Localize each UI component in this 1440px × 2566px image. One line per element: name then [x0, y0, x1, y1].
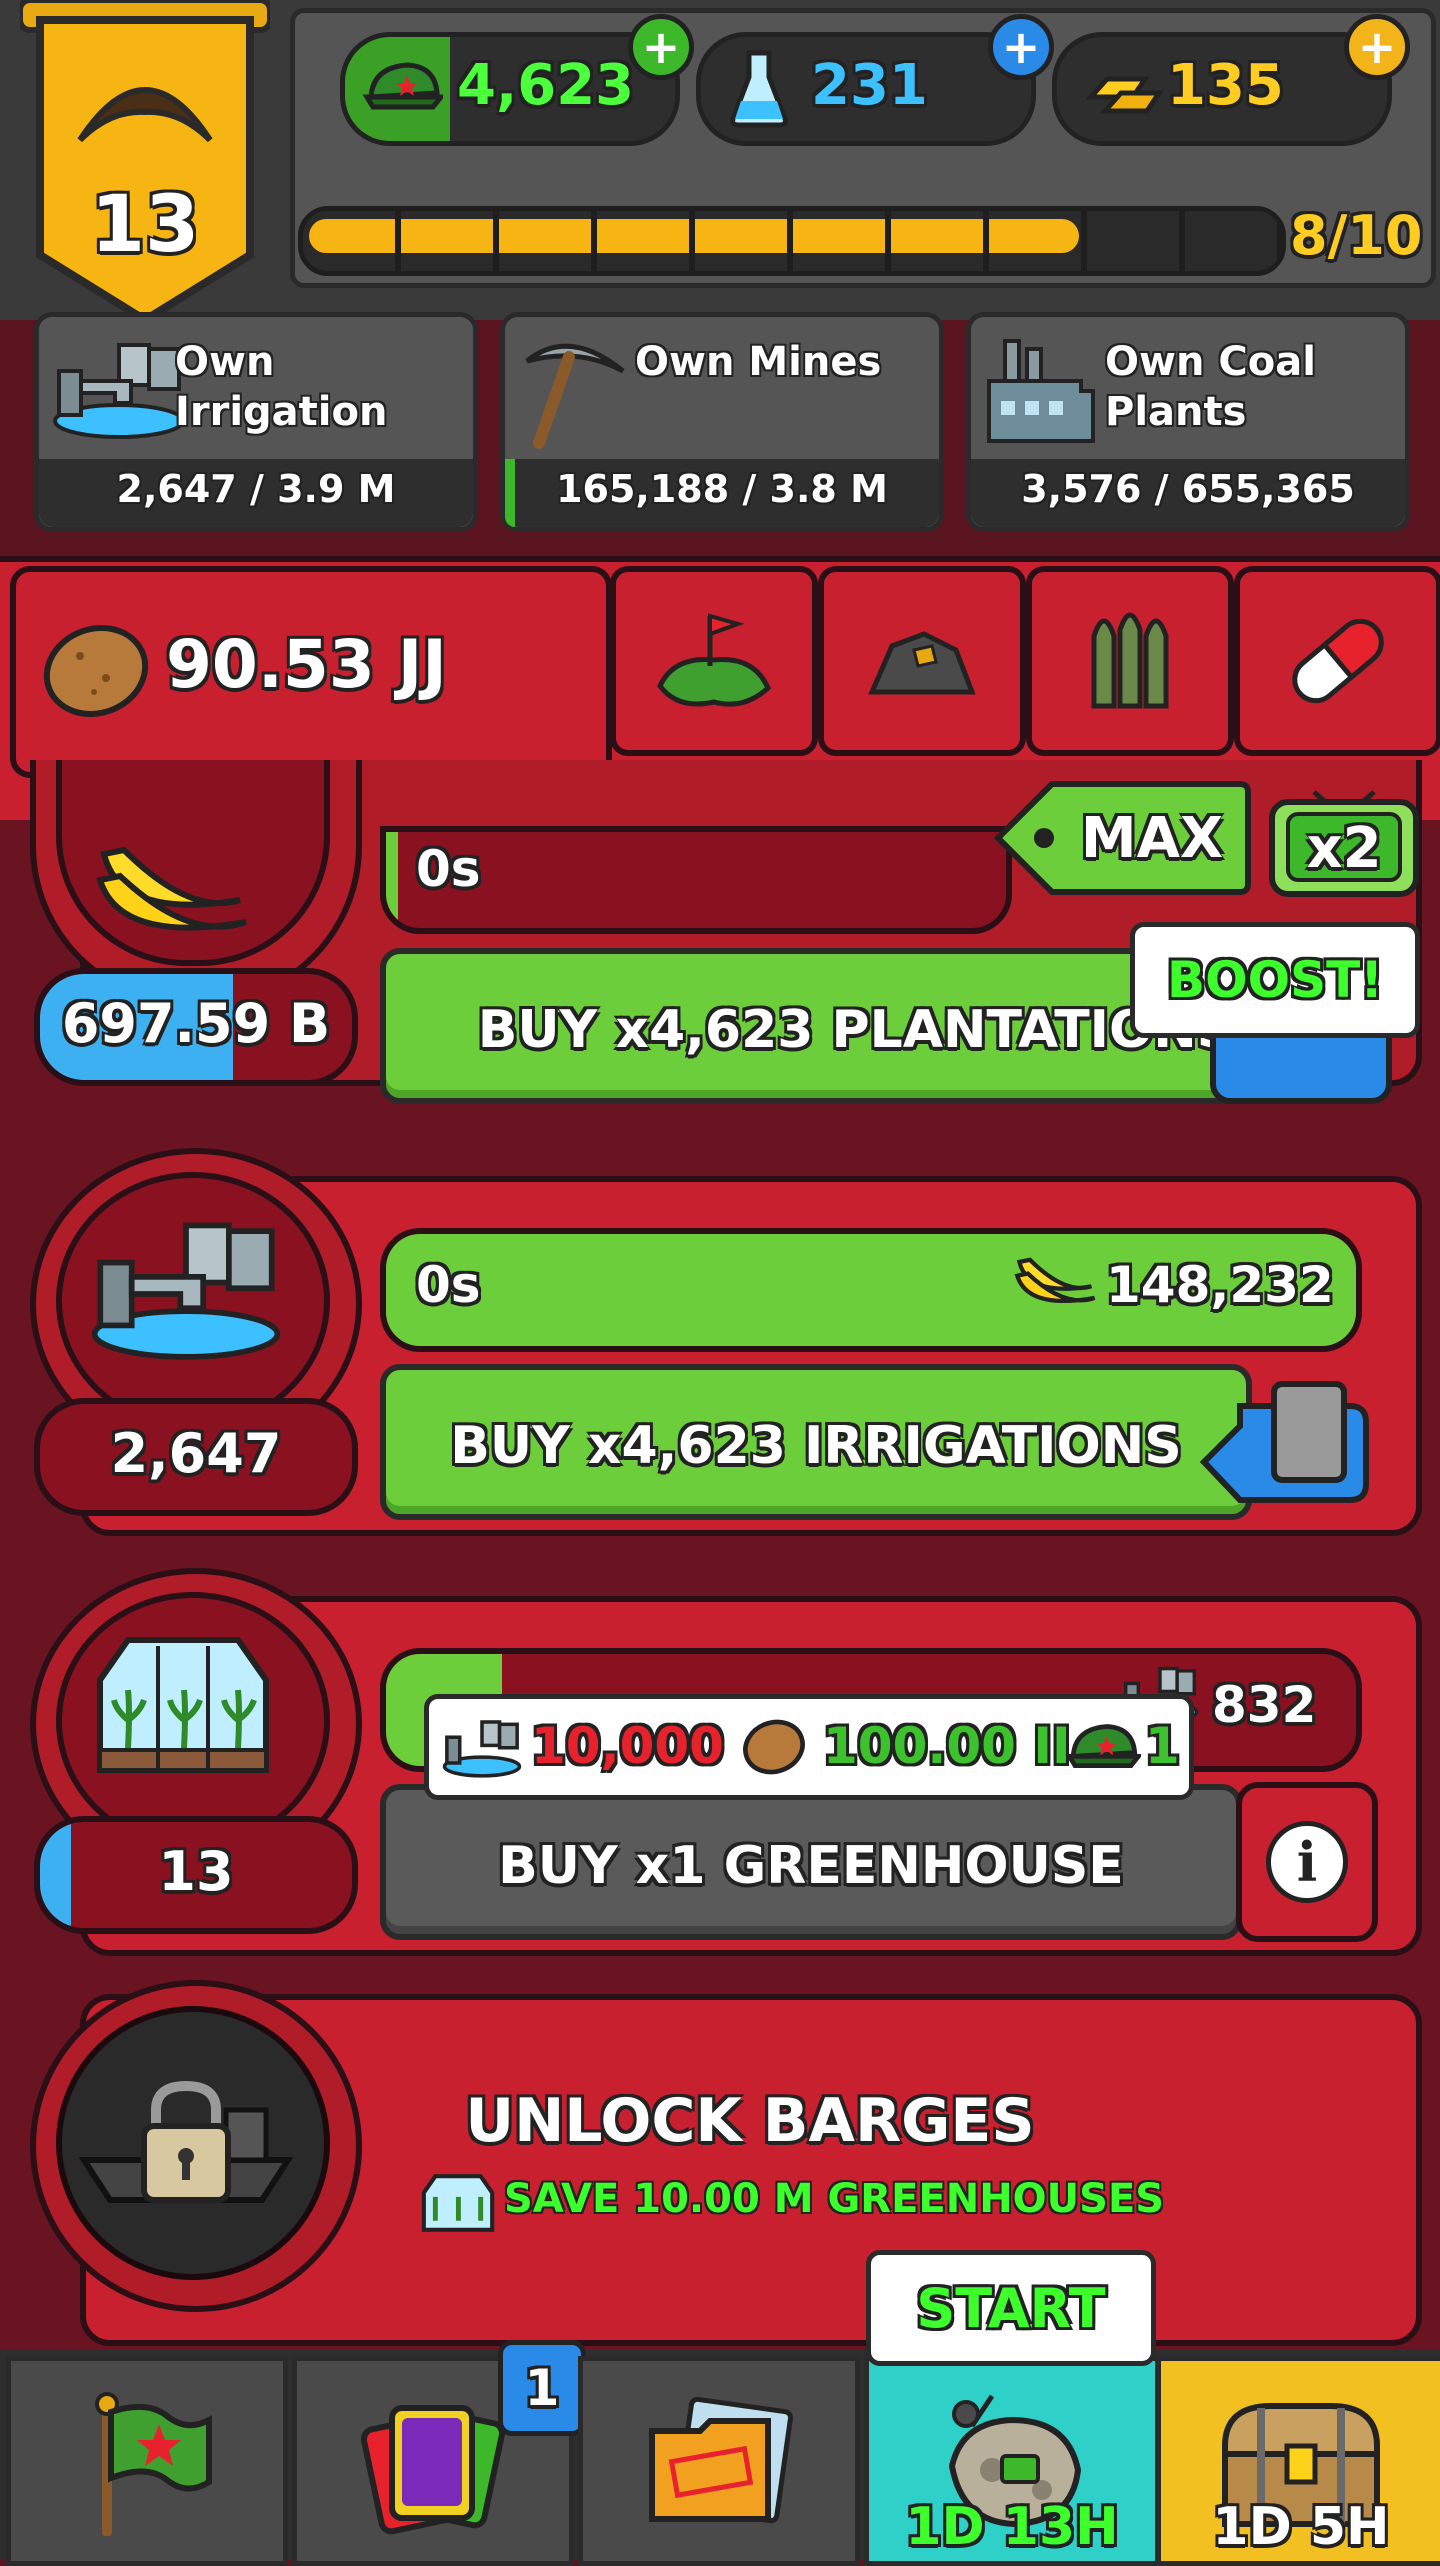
irrigation-icon [442, 1720, 522, 1778]
own-irrigation-title: Own Irrigation [175, 339, 388, 435]
xp-bar [298, 206, 1286, 276]
unlock-title: UNLOCK BARGES [465, 2086, 1035, 2156]
gold-bars-icon [1085, 76, 1164, 114]
chest-timer: 1D 5H [1212, 2497, 1390, 2557]
max-button[interactable]: MAX [992, 776, 1252, 900]
plantation-timer: 0s [416, 840, 481, 898]
greenhouse-count-value: 13 [158, 1840, 234, 1903]
unlock-subtitle: SAVE 10.00 M GREENHOUSES [504, 2176, 1165, 2222]
multiplier-label: x2 [1306, 816, 1382, 881]
gold-pill[interactable]: 135 [1052, 32, 1392, 146]
xp-progress-label: 8/10 [1290, 204, 1423, 267]
tab-territory[interactable] [610, 566, 818, 756]
ore-rock-icon [868, 631, 976, 695]
flag-icon [95, 2392, 212, 2536]
greenhouse-info-button[interactable]: i [1236, 1782, 1378, 1942]
event-start-tooltip[interactable]: START [866, 2250, 1156, 2366]
nav-chest[interactable]: 1D 5H [1156, 2356, 1440, 2566]
event-timer: 1D 13H [905, 2497, 1119, 2557]
tab-ores[interactable] [818, 566, 1026, 756]
buy-irrigations-button[interactable]: BUY x4,623 IRRIGATIONS [380, 1364, 1252, 1520]
cost-medal-value: 1 [1145, 1717, 1180, 1775]
resource-value: 90.53 JJ [166, 626, 447, 703]
own-coal-plants-title: Own Coal Plants [1105, 339, 1316, 435]
plantation-count-value: 697.59 B [61, 992, 331, 1055]
xp-bar-segments [303, 211, 1281, 271]
irrigation-produce-value: 148,232 [1106, 1256, 1334, 1314]
boost-tooltip[interactable]: BOOST! [1130, 922, 1420, 1038]
irrigation-count: 2,647 [34, 1398, 358, 1516]
gold-value: 135 [1167, 53, 1284, 118]
ammo-icon [1091, 612, 1169, 709]
max-label: MAX [1080, 806, 1224, 871]
greenhouse-count: 13 [34, 1816, 358, 1934]
secret-folder-icon [649, 2396, 794, 2524]
own-mines-card[interactable]: Own Mines 165,188 / 3.8 M [500, 312, 944, 532]
cost-irrigation-value: 10,000 [531, 1717, 724, 1775]
own-mines-value: 165,188 / 3.8 M [556, 467, 888, 511]
cards-icon [360, 2405, 506, 2535]
info-label: i [1296, 1830, 1318, 1894]
potato-icon [743, 1719, 805, 1775]
nav-event[interactable]: 1D 13H [864, 2356, 1160, 2566]
nav-missions[interactable] [578, 2356, 860, 2566]
level-badge-icon [17, 0, 273, 325]
gold-add-button[interactable]: + [1344, 14, 1410, 80]
locked-barge-icon [78, 2080, 294, 2203]
irrigation-count-value: 2,647 [110, 1422, 282, 1485]
medals-value: 4,623 [457, 53, 635, 118]
science-pill[interactable]: 231 [696, 32, 1036, 146]
greenhouse-produce-value: 832 [1212, 1676, 1317, 1734]
irrigation-manager-button[interactable] [1199, 1366, 1376, 1506]
army-cap-icon [1065, 1724, 1141, 1768]
level-number: 13 [90, 180, 200, 270]
level-badge[interactable]: 13 [17, 0, 273, 330]
science-add-button[interactable]: + [988, 14, 1054, 80]
medals-add-button[interactable]: + [628, 14, 694, 80]
buy-irrigations-label: BUY x4,623 IRRIGATIONS [450, 1416, 1182, 1476]
greenhouse-icon [97, 1637, 269, 1773]
cards-badge-count: 1 [524, 2359, 560, 2417]
boost-label: BOOST! [1166, 951, 1384, 1009]
buy-greenhouse-label: BUY x1 GREENHOUSE [498, 1836, 1124, 1896]
greenhouse-icon [421, 2174, 495, 2232]
info-icon: i [1266, 1821, 1348, 1903]
bananas-icon [1014, 1257, 1096, 1303]
nav-campaign[interactable] [6, 2356, 288, 2566]
bananas-icon [96, 846, 248, 931]
rotate-card-icon [1199, 1381, 1369, 1503]
irrigation-icon [91, 1222, 281, 1360]
science-value: 231 [811, 53, 928, 118]
own-irrigation-card[interactable]: Own Irrigation 2,647 / 3.9 M [34, 312, 478, 532]
army-cap-icon [363, 62, 443, 110]
own-coal-plants-card[interactable]: Own Coal Plants 3,576 / 655,365 [966, 312, 1410, 532]
cards-badge: 1 [498, 2340, 586, 2436]
own-mines-title: Own Mines [635, 339, 882, 385]
potato-icon [43, 624, 149, 718]
tab-ammo[interactable] [1026, 566, 1234, 756]
pill-icon [1292, 618, 1384, 704]
irrigation-icon [53, 343, 185, 439]
irrigation-timer: 0s [416, 1256, 481, 1314]
buy-greenhouse-button[interactable]: BUY x1 GREENHOUSE [380, 1784, 1242, 1940]
island-flag-icon [657, 613, 772, 707]
event-start-label: START [916, 2277, 1106, 2340]
own-coal-plants-value: 3,576 / 655,365 [1021, 467, 1355, 511]
flask-icon [730, 50, 788, 128]
resource-counter: 90.53 JJ [10, 566, 612, 778]
plantation-count: 697.59 B [34, 968, 358, 1086]
pickaxe-icon [525, 343, 625, 449]
own-irrigation-value: 2,647 / 3.9 M [116, 467, 396, 511]
cost-potato-value: 100.00 II [823, 1717, 1071, 1775]
multiplier-button[interactable]: x2 [1266, 780, 1422, 904]
greenhouse-cost-tooltip: 10,000 100.00 II 1 [424, 1694, 1194, 1800]
coal-plant-icon [987, 339, 1095, 443]
tab-medicine[interactable] [1234, 566, 1440, 756]
